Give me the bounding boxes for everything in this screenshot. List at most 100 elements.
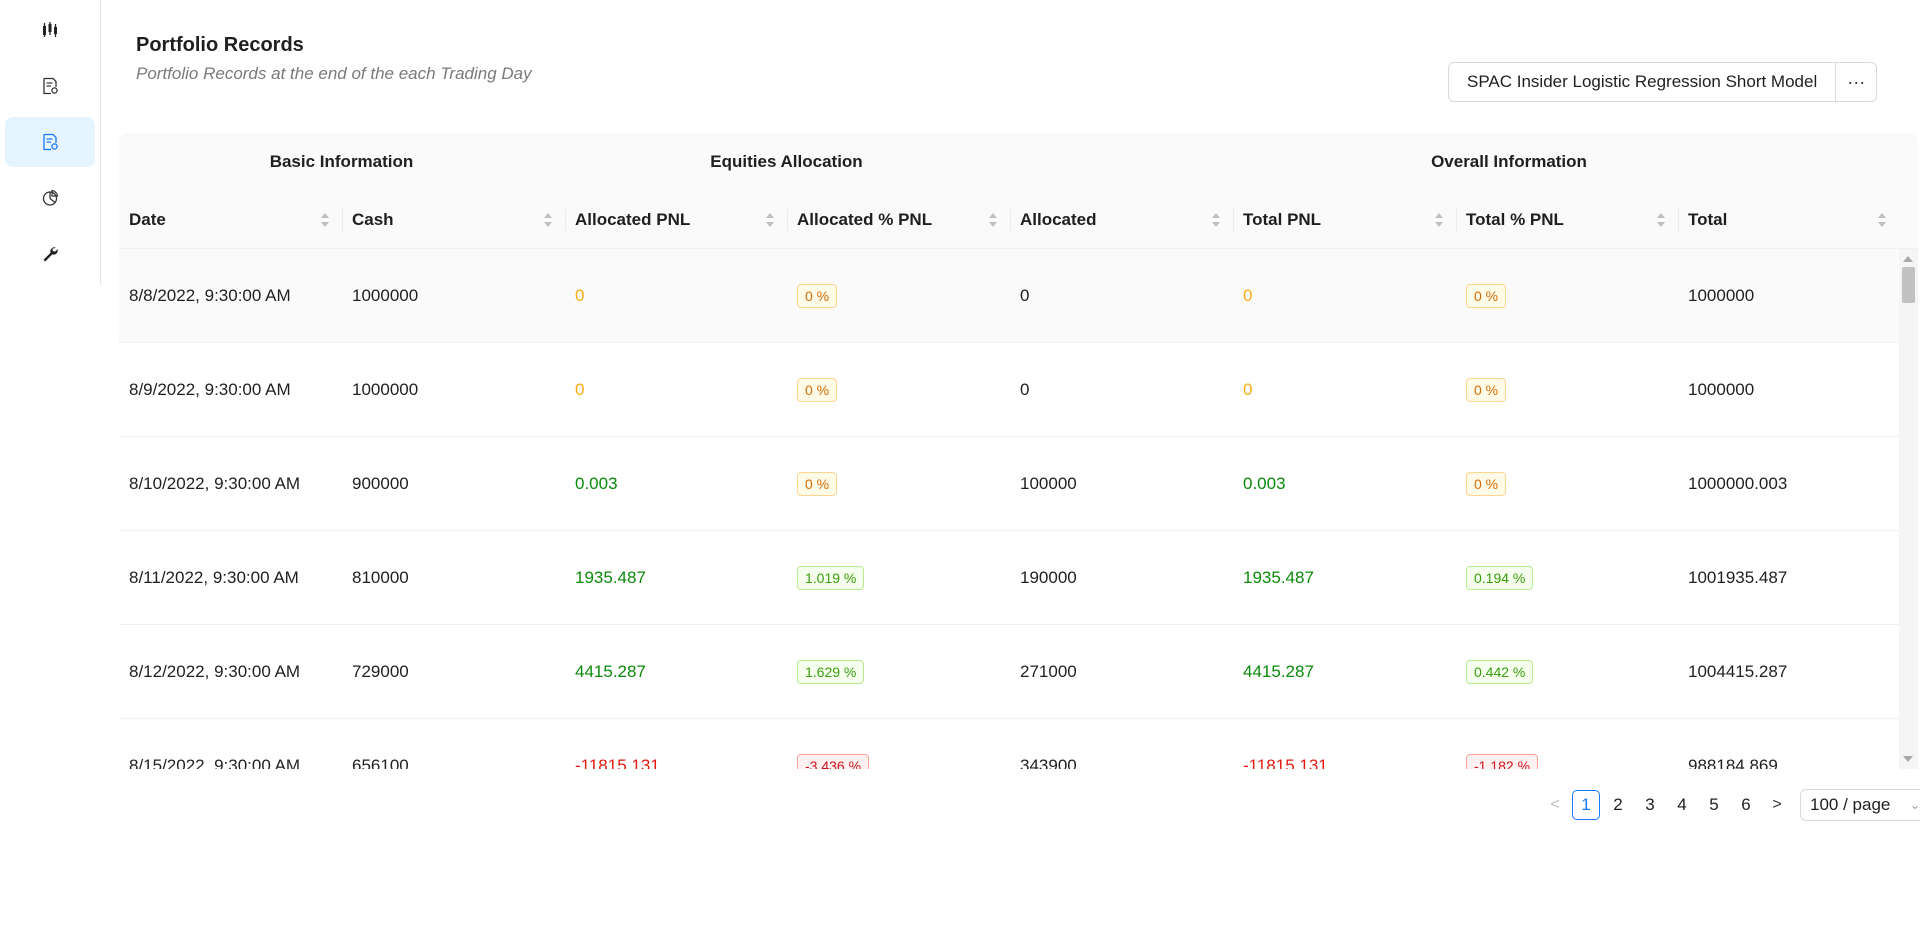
scroll-thumb[interactable] — [1902, 267, 1915, 303]
pnl-value: -11815.131 — [575, 756, 660, 769]
page-4-button[interactable]: 4 — [1668, 790, 1696, 820]
cell-date: 8/9/2022, 9:30:00 AM — [119, 343, 291, 437]
more-options-button[interactable]: ··· — [1836, 62, 1878, 102]
column-title: Date — [129, 210, 166, 229]
cell-allocated: 0 — [1010, 249, 1029, 343]
column-header-total[interactable]: Total — [1678, 191, 1899, 249]
page-subtitle: Portfolio Records at the end of the each… — [136, 64, 532, 83]
table-scrollbar[interactable] — [1899, 249, 1918, 769]
cell-value: 343900 — [1020, 756, 1077, 769]
next-page-button[interactable]: > — [1764, 790, 1790, 820]
nav-item-records[interactable] — [5, 61, 95, 111]
nav-item-tools[interactable] — [5, 229, 95, 279]
nav-item-charts[interactable] — [5, 5, 95, 55]
page-1-button[interactable]: 1 — [1572, 790, 1600, 820]
cell-allocated-pnl: 0 — [565, 343, 584, 437]
cell-allocated-pct-pnl: -3.436 % — [787, 719, 870, 769]
page-size-select[interactable]: 100 / page ⌄ — [1800, 789, 1920, 821]
cell-value: 8/15/2022, 9:30:00 AM — [129, 756, 301, 769]
cell-total-pct-pnl: 0.442 % — [1456, 625, 1534, 719]
cell-allocated: 343900 — [1010, 719, 1077, 769]
column-header-allocated-pct-pnl[interactable]: Allocated % PNL — [787, 191, 1010, 249]
pnl-percent-tag: 0 % — [797, 472, 838, 496]
cell-cash: 810000 — [342, 531, 409, 625]
cell-value: 988184.869 — [1688, 756, 1778, 769]
sidebar — [0, 0, 101, 285]
pnl-value: 4415.287 — [1243, 662, 1314, 681]
cell-value: 8/11/2022, 9:30:00 AM — [129, 568, 299, 587]
table-row[interactable]: 8/11/2022, 9:30:00 AM 810000 1935.487 1.019… — [119, 531, 1899, 625]
cell-value: 1000000 — [1688, 380, 1755, 399]
cell-value: 1001935.487 — [1688, 568, 1788, 587]
pnl-percent-tag: 0.442 % — [1466, 660, 1534, 684]
column-header-cash[interactable]: Cash — [342, 191, 565, 249]
cell-date: 8/12/2022, 9:30:00 AM — [119, 625, 300, 719]
cell-total-pnl: 0.003 — [1233, 437, 1286, 531]
cell-total-pct-pnl: -1.182 % — [1456, 719, 1539, 769]
cell-cash: 1000000 — [342, 343, 418, 437]
cell-value: 656100 — [352, 756, 409, 769]
cell-value: 0 — [1020, 380, 1030, 399]
nav-item-portfolio-records[interactable] — [5, 117, 95, 167]
group-header-basic-information: Basic Information — [269, 152, 414, 171]
page-3-button[interactable]: 3 — [1636, 790, 1664, 820]
model-select-button[interactable]: SPAC Insider Logistic Regression Short M… — [1448, 62, 1837, 102]
cell-value: 729000 — [352, 662, 409, 681]
page-5-button[interactable]: 5 — [1700, 790, 1728, 820]
cell-cash: 729000 — [342, 625, 409, 719]
column-header-allocated-pnl[interactable]: Allocated PNL — [565, 191, 787, 249]
pnl-value: 0 — [1243, 286, 1253, 305]
cell-total-pnl: -11815.131 — [1233, 719, 1328, 769]
cell-allocated-pnl: 1935.487 — [565, 531, 646, 625]
portfolio-records-table: Basic Information Equities Allocation Ov… — [119, 133, 1918, 769]
page-2-button[interactable]: 2 — [1604, 790, 1632, 820]
cell-date: 8/10/2022, 9:30:00 AM — [119, 437, 300, 531]
sort-icon — [766, 213, 774, 227]
cell-allocated-pct-pnl: 1.629 % — [787, 625, 865, 719]
pnl-percent-tag: 0 % — [1466, 284, 1507, 308]
table-row[interactable]: 8/9/2022, 9:30:00 AM 1000000 0 0 % 0 0 0 % 1000… — [119, 343, 1899, 437]
candlestick-chart-icon — [43, 22, 57, 37]
cell-allocated-pnl: -11815.131 — [565, 719, 660, 769]
cell-value: 900000 — [352, 474, 409, 493]
cell-allocated: 190000 — [1010, 531, 1077, 625]
scroll-up-arrow-icon[interactable] — [1903, 256, 1913, 262]
prev-page-button[interactable]: < — [1542, 790, 1568, 820]
cell-value: 100000 — [1020, 474, 1077, 493]
cell-total-pnl: 0 — [1233, 343, 1252, 437]
scroll-down-arrow-icon[interactable] — [1903, 756, 1913, 762]
cell-cash: 656100 — [342, 719, 409, 769]
cell-allocated: 100000 — [1010, 437, 1077, 531]
sort-icon — [1657, 213, 1665, 227]
pnl-percent-tag: 0 % — [797, 284, 838, 308]
column-header-total-pct-pnl[interactable]: Total % PNL — [1456, 191, 1678, 249]
cell-total-pnl: 1935.487 — [1233, 531, 1314, 625]
pnl-value: 0 — [575, 380, 585, 399]
pnl-percent-tag: -3.436 % — [797, 754, 870, 769]
column-header-allocated[interactable]: Allocated — [1010, 191, 1233, 249]
cell-value: 1000000.003 — [1688, 474, 1788, 493]
pnl-percent-tag: 1.019 % — [797, 566, 865, 590]
table-row[interactable]: 8/15/2022, 9:30:00 AM 656100 -11815.131 -3.… — [119, 719, 1899, 769]
column-header-total-pnl[interactable]: Total PNL — [1233, 191, 1456, 249]
cell-total: 988184.869 — [1678, 719, 1778, 769]
chevron-down-icon: ⌄ — [1909, 798, 1920, 812]
cell-total-pct-pnl: 0.194 % — [1456, 531, 1534, 625]
pnl-value: 0.003 — [1243, 474, 1286, 493]
cell-total-pct-pnl: 0 % — [1456, 437, 1507, 531]
nav-item-analytics[interactable] — [5, 173, 95, 223]
cell-total-pct-pnl: 0 % — [1456, 343, 1507, 437]
column-title: Allocated % PNL — [797, 210, 933, 229]
column-title: Allocated — [1020, 210, 1097, 229]
pnl-value: 0 — [575, 286, 585, 305]
table-row[interactable]: 8/8/2022, 9:30:00 AM 1000000 0 0 % 0 0 0 % 1000… — [119, 249, 1899, 343]
pnl-value: 4415.287 — [575, 662, 646, 681]
cell-cash: 900000 — [342, 437, 409, 531]
page-6-button[interactable]: 6 — [1732, 790, 1760, 820]
cell-value: 0 — [1020, 286, 1030, 305]
column-header-date[interactable]: Date — [119, 191, 342, 249]
table-row[interactable]: 8/10/2022, 9:30:00 AM 900000 0.003 0 % 10000… — [119, 437, 1899, 531]
table-row[interactable]: 8/12/2022, 9:30:00 AM 729000 4415.287 1.629… — [119, 625, 1899, 719]
cell-value: 8/10/2022, 9:30:00 AM — [129, 474, 301, 493]
cell-value: 8/8/2022, 9:30:00 AM — [129, 286, 291, 305]
